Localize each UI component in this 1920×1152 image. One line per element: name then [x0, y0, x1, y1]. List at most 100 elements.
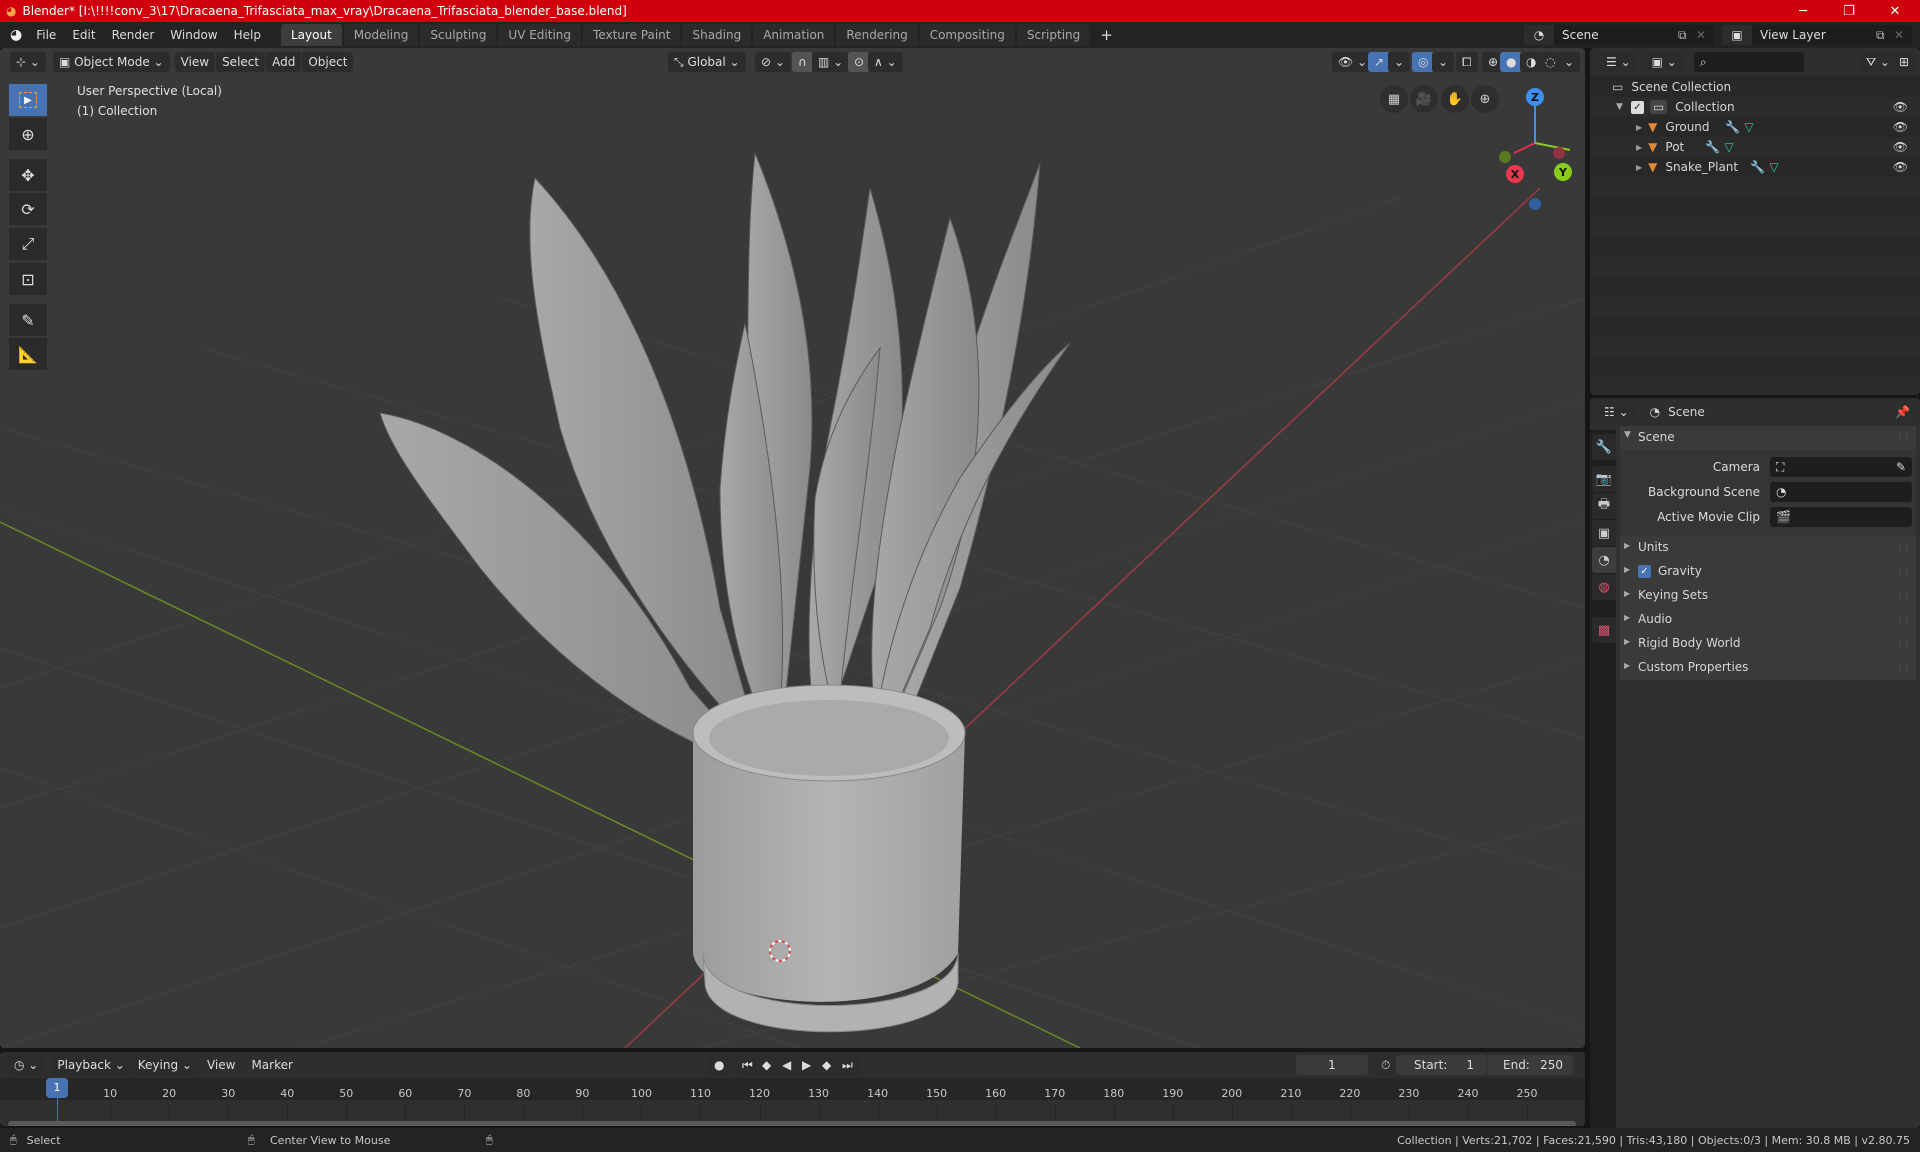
visibility-eye-icon[interactable]: 👁: [1893, 140, 1908, 154]
view-menu[interactable]: View: [174, 52, 216, 72]
menu-help[interactable]: Help: [226, 24, 269, 46]
new-collection-button[interactable]: ⊞: [1893, 52, 1916, 72]
active-movie-clip-field[interactable]: 🎬: [1770, 507, 1912, 527]
select-menu[interactable]: Select: [216, 52, 266, 72]
tab-rendering[interactable]: Rendering: [836, 24, 918, 46]
editor-type-button[interactable]: ⊹ ⌄: [10, 52, 46, 72]
tab-animation[interactable]: Animation: [753, 24, 835, 46]
display-mode-selector[interactable]: ▣ ⌄: [1645, 52, 1683, 72]
shading-options[interactable]: ⌄: [1558, 52, 1581, 72]
tab-scripting[interactable]: Scripting: [1016, 24, 1091, 46]
close-button[interactable]: ✕: [1872, 0, 1918, 22]
tab-shading[interactable]: Shading: [682, 24, 752, 46]
current-frame-field[interactable]: 1: [1296, 1055, 1368, 1075]
audio-panel[interactable]: ▶ Audio ⋮⋮: [1620, 608, 1916, 632]
gravity-checkbox[interactable]: ✓: [1638, 565, 1651, 578]
gizmo-options[interactable]: ⌄: [1388, 52, 1411, 72]
jump-end-button[interactable]: ⏭: [836, 1055, 859, 1075]
tab-layout[interactable]: Layout: [280, 24, 342, 46]
outliner-editor-type[interactable]: ☰ ⌄: [1600, 52, 1637, 72]
drag-handle-icon[interactable]: ⋮⋮: [1896, 638, 1911, 647]
scene-panel-header[interactable]: ▼ Scene ⋮⋮: [1620, 426, 1916, 450]
use-preview-range-toggle[interactable]: ⏱: [1375, 1055, 1397, 1075]
move-tool[interactable]: ✥: [9, 159, 47, 191]
outliner-row-collection[interactable]: ▼ ✓ ▭ Collection 👁: [1590, 97, 1920, 117]
modifier-wrench-icon[interactable]: 🔧: [1705, 140, 1720, 154]
outliner-row-scene-collection[interactable]: ▭ Scene Collection: [1590, 77, 1920, 97]
collection-checkbox[interactable]: ✓: [1630, 100, 1644, 114]
snap-target-selector[interactable]: ▥ ⌄: [812, 52, 850, 72]
view-layer-selector[interactable]: ▣ View Layer ⧉ ✕: [1722, 25, 1912, 45]
filter-button[interactable]: ⛛ ⌄: [1860, 52, 1896, 72]
scene-name[interactable]: Scene: [1562, 28, 1678, 42]
keying-menu[interactable]: Keying ⌄: [131, 1055, 198, 1075]
gravity-panel[interactable]: ▶ ✓ Gravity ⋮⋮: [1620, 560, 1916, 584]
playhead-frame-indicator[interactable]: 1: [46, 1078, 68, 1098]
drag-handle-icon[interactable]: ⋮⋮: [1896, 542, 1911, 551]
play-reverse-button[interactable]: ◀: [776, 1055, 798, 1075]
pin-icon[interactable]: 📌: [1895, 405, 1910, 419]
timeline-scrollbar[interactable]: [8, 1121, 1576, 1126]
scene-selector[interactable]: ◔ Scene ⧉ ✕: [1524, 25, 1714, 45]
visibility-eye-icon[interactable]: 👁: [1893, 160, 1908, 174]
pivot-point-selector[interactable]: ⊘ ⌄: [755, 52, 791, 72]
rigid-body-world-panel[interactable]: ▶ Rigid Body World ⋮⋮: [1620, 632, 1916, 656]
transform-orientation-selector[interactable]: ⤡ Global ⌄: [668, 52, 746, 72]
timeline-view-menu[interactable]: View: [199, 1054, 243, 1076]
record-button[interactable]: ●: [708, 1055, 731, 1075]
new-view-layer-icon[interactable]: ⧉: [1876, 28, 1894, 43]
tab-modeling[interactable]: Modeling: [343, 24, 419, 46]
camera-view-button[interactable]: 🎥: [1410, 85, 1438, 113]
menu-file[interactable]: File: [28, 24, 64, 46]
minimize-button[interactable]: ─: [1780, 0, 1826, 22]
measure-tool[interactable]: 📐: [9, 338, 47, 370]
select-box-tool[interactable]: ▶: [9, 84, 47, 116]
xray-toggle[interactable]: ⧠: [1456, 52, 1478, 72]
transform-tool[interactable]: ⊡: [9, 263, 47, 295]
cursor-tool[interactable]: ⊕: [9, 118, 47, 150]
annotate-tool[interactable]: ✎: [9, 304, 47, 336]
visibility-selector[interactable]: 👁 ⌄: [1332, 52, 1374, 72]
tab-tool[interactable]: 🔧: [1592, 434, 1616, 460]
outliner-row-pot[interactable]: ▶ ▼ Pot 🔧 ▽ 👁: [1590, 137, 1920, 157]
keying-sets-panel[interactable]: ▶ Keying Sets ⋮⋮: [1620, 584, 1916, 608]
falloff-selector[interactable]: ∧ ⌄: [868, 52, 903, 72]
tab-uv-editing[interactable]: UV Editing: [498, 24, 582, 46]
tab-texture-paint[interactable]: Texture Paint: [583, 24, 681, 46]
gizmo-z-axis[interactable]: Z: [1526, 88, 1544, 106]
marker-menu[interactable]: Marker: [243, 1054, 300, 1076]
gizmo-neg-x-axis[interactable]: [1553, 147, 1565, 159]
tab-compositing[interactable]: Compositing: [919, 24, 1015, 46]
play-button[interactable]: ▶: [796, 1055, 818, 1075]
snap-toggle[interactable]: ∩: [792, 52, 813, 72]
eyedropper-icon[interactable]: ✎: [1896, 460, 1906, 474]
collection-visibility-eye-icon[interactable]: 👁: [1893, 100, 1908, 114]
rotate-tool[interactable]: ⟳: [9, 193, 47, 225]
expand-toggle[interactable]: ▶: [1636, 143, 1642, 152]
properties-editor-type[interactable]: ☷ ⌄: [1598, 402, 1635, 422]
next-keyframe-button[interactable]: ◆: [816, 1055, 838, 1075]
mesh-data-icon[interactable]: ▽: [1724, 140, 1733, 154]
scale-tool[interactable]: ⤢: [9, 228, 47, 260]
drag-handle-icon[interactable]: ⋮⋮: [1896, 432, 1911, 441]
visibility-eye-icon[interactable]: 👁: [1893, 120, 1908, 134]
outliner-row-snake-plant[interactable]: ▶ ▼ Snake_Plant 🔧 ▽ 👁: [1590, 157, 1920, 177]
expand-toggle[interactable]: ▶: [1636, 163, 1642, 172]
start-frame-field[interactable]: Start: 1: [1396, 1055, 1486, 1075]
expand-collection-toggle[interactable]: ▼: [1616, 102, 1623, 112]
playback-menu[interactable]: Playback ⌄: [51, 1055, 131, 1075]
remove-view-layer-icon[interactable]: ✕: [1894, 28, 1912, 42]
menu-render[interactable]: Render: [104, 24, 163, 46]
remove-scene-icon[interactable]: ✕: [1696, 28, 1714, 42]
gizmo-neg-z-axis[interactable]: [1529, 198, 1541, 210]
view-layer-name[interactable]: View Layer: [1760, 28, 1876, 42]
menu-edit[interactable]: Edit: [64, 24, 103, 46]
mode-selector[interactable]: ▣ Object Mode ⌄: [52, 52, 170, 72]
blender-menu-icon[interactable]: ◕: [10, 27, 22, 43]
pan-view-button[interactable]: ✋: [1441, 85, 1469, 113]
drag-handle-icon[interactable]: ⋮⋮: [1896, 566, 1911, 575]
tab-sculpting[interactable]: Sculpting: [420, 24, 497, 46]
end-frame-field[interactable]: End: 250: [1487, 1055, 1573, 1075]
proportional-edit-toggle[interactable]: ⊙: [848, 52, 871, 72]
gizmo-neg-y-axis[interactable]: [1499, 151, 1511, 163]
